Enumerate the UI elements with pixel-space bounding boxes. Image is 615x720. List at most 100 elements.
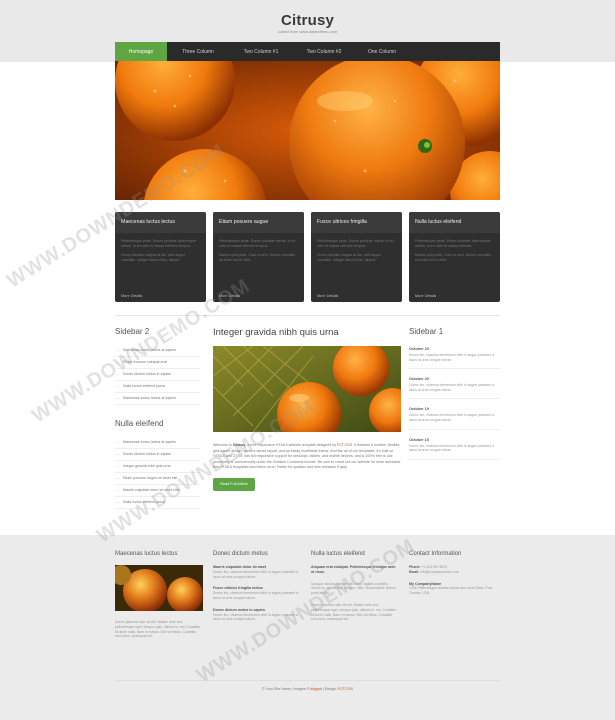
sidebar-heading: Nulla eleifend [115,419,164,428]
feature-title: Nulla luctus eleifend [409,212,500,233]
footer-text: Donec placerat odio vel elit. Nullam ant… [115,620,201,639]
article-text: Welcome to Citrusy, a free responsive HT… [213,443,401,471]
news-date: October 20 [409,377,429,382]
sidebar-link[interactable]: Mauris vulputate dolor sit amet nibh [115,485,200,497]
feature-boxes: Maecenas luctus lectus Pellentesque pede… [115,212,500,302]
feature-text: Pellentesque pede. Donec pulvinar ullamc… [415,239,491,248]
feature-box: Fusce ultrices fringilla Pellentesque pe… [311,212,402,302]
footer-column-1: Maecenas luctus lectus Donec placerat od… [115,551,203,639]
sidebar-link[interactable]: Maecenas luctus lectus at sapien [115,345,200,357]
nav-two-column-1[interactable]: Two Column #1 [229,42,293,61]
sidebar-link[interactable]: Maecenas luctus lectus at sapien [115,393,200,405]
contact-email: Email: info@companyname.com [409,570,500,575]
read-full-article-button[interactable]: Read Full Article [213,477,255,491]
sidebar-link[interactable]: Nulla luctus eleifend purus [115,497,200,509]
news-date: October 15 [409,437,429,442]
copyright-text: © Your Site Name | Images: [262,687,308,691]
site-tagline: collect from www.downdemo.com [277,29,338,34]
feature-text: Mauris quis pede. Cras et sem. Donec con… [415,253,491,262]
footer-apples-image [115,565,203,611]
feature-box: Etiam posuere augue Pellentesque pede. D… [213,212,304,302]
design-credit-link[interactable]: FCT.CSS [338,687,353,691]
sidebar-link[interactable]: Nulla luctus eleifend purus [115,381,200,393]
news-date: October 19 [409,407,429,412]
nav-one-column[interactable]: One Column [355,42,409,61]
footer-column-3: Nulla luctus eleifend Aliquam erat volut… [311,551,399,622]
feature-text: Pellentesque pede. Donec pulvinar metus.… [219,239,296,248]
footer-text: Donec placerat odio vel elit. Nullam ant… [311,602,397,622]
news-item[interactable]: October 19 Donec leo, vivamus fermentum … [409,399,500,430]
phone-label: Phone: [409,565,421,569]
nav-three-column[interactable]: Three Column [167,42,229,61]
footer-post: Fusce ultrices fringilla metus Donec leo… [213,586,301,600]
pineapple-oranges-photo [213,346,401,432]
more-details-link[interactable]: More Details [219,294,240,298]
designer-link[interactable]: FCT.CSS [337,443,352,447]
email-value[interactable]: info@companyname.com [420,570,459,574]
sidebar-heading: Sidebar 2 [115,327,150,336]
footer-heading: Maecenas luctus lectus [115,551,178,557]
site-title[interactable]: Citrusy [0,12,615,29]
nav-homepage[interactable]: Homepage [115,42,167,61]
sidebar-list: Maecenas luctus lectus at sapien Etiam r… [115,345,200,405]
more-details-link[interactable]: More Details [317,294,338,298]
sidebar-link[interactable]: Etiam posuere augue sit amet nisl [115,473,200,485]
right-sidebar: Sidebar 1 October 23 Donec leo, vivamus … [409,327,500,460]
copyright: © Your Site Name | Images: Fotogrph | De… [0,687,615,691]
news-text: Donec leo, vivamus fermentum nibh in aug… [409,383,495,392]
feature-text: Donec facilisis magna at dui, velit augu… [317,253,382,262]
feature-text: Pellentesque pede. Donec pulvinar ullamc… [121,239,197,248]
sidebar-link[interactable]: Etiam rhoncus volutpat erat [115,357,200,369]
images-credit-link[interactable]: Fotogrph [307,687,321,691]
footer-column-2: Donec dictum metus Mauris vulputate dolo… [213,551,301,629]
sidebar-list: Maecenas luctus lectus at sapien Donec d… [115,437,200,509]
footer [0,535,615,720]
left-sidebar: Sidebar 2 Maecenas luctus lectus at sapi… [115,327,200,523]
sidebar-link[interactable]: Integer gravida nibh quis urna [115,461,200,473]
footer-post: Donec dictum metus in sapien Donec leo, … [213,608,301,622]
news-text: Donec leo, vivamus fermentum nibh in aug… [409,413,495,422]
feature-title: Maecenas luctus lectus [115,212,206,233]
footer-post-text: Donec leo, vivamus fermentum nibh in aug… [213,591,299,600]
copyright-text: | Design: [321,687,338,691]
sidebar-link[interactable]: Donec dictum metus in sapien [115,369,200,381]
news-text: Donec leo, vivamus fermentum nibh in aug… [409,353,495,362]
feature-box: Maecenas luctus lectus Pellentesque pede… [115,212,206,302]
sidebar-link[interactable]: Maecenas luctus lectus at sapien [115,437,200,449]
feature-title: Fusce ultrices fringilla [311,212,402,233]
footer-post-text: Donec leo, vivamus fermentum nibh in aug… [213,569,299,579]
news-item[interactable]: October 20 Donec leo, vivamus fermentum … [409,369,500,400]
footer-text: Quisque dictum. Integer nisl risus, sagi… [311,581,396,596]
news-item[interactable]: October 15 Donec leo, vivamus fermentum … [409,430,500,460]
sidebar-heading: Sidebar 1 [409,327,444,336]
footer-heading: Contact Information [409,551,462,557]
footer-bold-text: Aliquam erat volutpat. Pellentesque tris… [311,565,396,574]
article-text-part: Welcome to [213,443,233,447]
hero-image [115,61,500,200]
main-content: Integer gravida nibh quis urna Welcome t… [213,327,401,491]
footer-heading: Donec dictum metus [213,551,268,557]
footer-post: Mauris vulputate dolor sit amet Donec le… [213,565,301,579]
phone-value: +1 234 567 8910 [421,565,448,569]
feature-text: Pellentesque pede. Donec pulvinar metus.… [317,239,394,248]
apples-photo [115,565,203,611]
section-divider [115,315,500,316]
footer-heading: Nulla luctus eleifend [311,551,365,557]
footer-divider [115,680,500,681]
article-site-name: Citrusy [232,443,246,447]
article-heading: Integer gravida nibh quis urna [213,327,339,338]
sidebar-link[interactable]: Donec dictum metus in sapien [115,449,200,461]
more-details-link[interactable]: More Details [415,294,436,298]
feature-title: Etiam posuere augue [213,212,304,233]
feature-text: Mauris quis pede. Cras et sem. Donec con… [219,253,295,262]
oranges-photo [115,61,500,200]
feature-box: Nulla luctus eleifend Pellentesque pede.… [409,212,500,302]
news-item[interactable]: October 23 Donec leo, vivamus fermentum … [409,339,500,370]
article-text-part: , a free responsive HTML5 website templa… [245,443,337,447]
news-date: October 23 [409,347,429,351]
feature-text: Donec facilisis magna at dui, velit augu… [121,253,186,262]
footer-post-text: Donec leo, vivamus fermentum nibh in aug… [213,612,299,622]
article-image [213,346,401,432]
more-details-link[interactable]: More Details [121,294,142,298]
nav-two-column-2[interactable]: Two Column #2 [293,42,355,61]
